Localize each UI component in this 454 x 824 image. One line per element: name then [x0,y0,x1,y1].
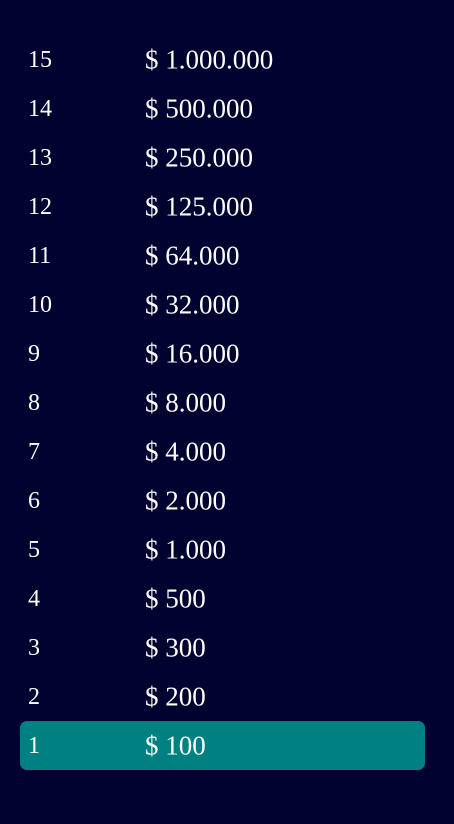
level-number: 12 [28,193,52,220]
level-number: 9 [28,340,40,367]
prize-amount: $ 100 [145,730,206,760]
prize-amount: $ 2.000 [145,485,226,515]
ladder-row-level-7: 7 $ 4.000 [20,427,425,476]
level-number: 8 [28,389,40,416]
prize-amount: $ 64.000 [145,240,240,270]
level-number: 11 [28,242,52,269]
ladder-row-level-9: 9 $ 16.000 [20,329,425,378]
level-number: 10 [28,291,52,318]
level-number: 3 [28,634,40,661]
level-number: 4 [28,585,40,612]
level-number: 15 [28,46,52,73]
ladder-row-level-4: 4 $ 500 [20,574,425,623]
ladder-row-level-15: 15 $ 1.000.000 [20,35,425,84]
ladder-row-level-6: 6 $ 2.000 [20,476,425,525]
ladder-row-level-11: 11 $ 64.000 [20,231,425,280]
ladder-row-level-1-active: 1 $ 100 [20,721,425,770]
ladder-row-level-14: 14 $ 500.000 [20,84,425,133]
level-number: 6 [28,487,40,514]
prize-amount: $ 1.000 [145,534,226,564]
ladder-row-level-2: 2 $ 200 [20,672,425,721]
ladder-row-level-13: 13 $ 250.000 [20,133,425,182]
prize-amount: $ 4.000 [145,436,226,466]
prize-ladder-list: 15 $ 1.000.000 14 $ 500.000 13 $ 250.000… [0,35,454,770]
level-number: 2 [28,683,40,710]
level-number: 1 [28,732,40,759]
level-number: 14 [28,95,52,122]
ladder-row-level-5: 5 $ 1.000 [20,525,425,574]
money-ladder: 15 $ 1.000.000 14 $ 500.000 13 $ 250.000… [0,0,454,824]
prize-amount: $ 300 [145,632,206,662]
prize-amount: $ 32.000 [145,289,240,319]
prize-amount: $ 1.000.000 [145,44,274,74]
ladder-row-level-3: 3 $ 300 [20,623,425,672]
level-number: 7 [28,438,40,465]
level-number: 5 [28,536,40,563]
ladder-row-level-8: 8 $ 8.000 [20,378,425,427]
ladder-row-level-10: 10 $ 32.000 [20,280,425,329]
prize-amount: $ 500.000 [145,93,253,123]
prize-amount: $ 250.000 [145,142,253,172]
ladder-row-level-12: 12 $ 125.000 [20,182,425,231]
level-number: 13 [28,144,52,171]
prize-amount: $ 125.000 [145,191,253,221]
prize-amount: $ 200 [145,681,206,711]
prize-amount: $ 16.000 [145,338,240,368]
prize-amount: $ 8.000 [145,387,226,417]
prize-amount: $ 500 [145,583,206,613]
